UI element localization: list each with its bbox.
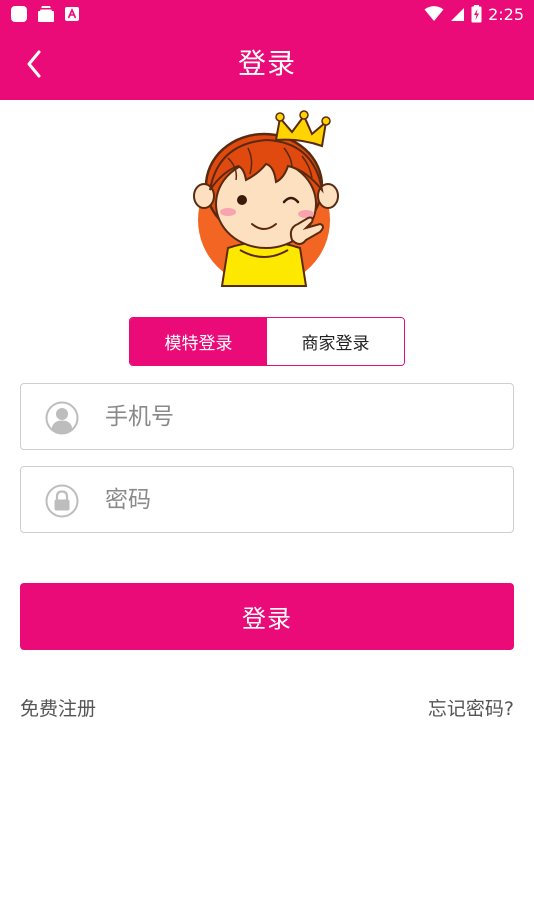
login-button[interactable]: 登录 [20,583,514,650]
lock-icon [45,484,79,518]
signal-icon [451,7,465,21]
mascot-image [193,110,339,287]
login-type-switch: 模特登录 商家登录 [129,317,405,366]
battery-charging-icon [471,5,482,23]
phone-input[interactable] [105,384,505,449]
app-notification-icon [11,6,27,22]
tab-model-login[interactable]: 模特登录 [130,318,267,365]
store-notification-icon [38,6,54,22]
tab-merchant-login[interactable]: 商家登录 [267,318,404,365]
page-title: 登录 [237,47,296,80]
status-bar-system: 2:25 [424,3,524,25]
user-icon [45,401,79,435]
status-bar-notifications [10,5,80,23]
wifi-icon [424,6,444,21]
status-bar: 2:25 [0,0,534,28]
password-input[interactable] [105,467,505,532]
status-time: 2:25 [488,4,524,24]
font-app-notification-icon [65,7,79,21]
phone-field [20,383,514,450]
forgot-password-link[interactable]: 忘记密码? [428,694,514,721]
app-bar: 登录 [0,28,534,100]
password-field [20,466,514,533]
register-link[interactable]: 免费注册 [20,694,96,721]
